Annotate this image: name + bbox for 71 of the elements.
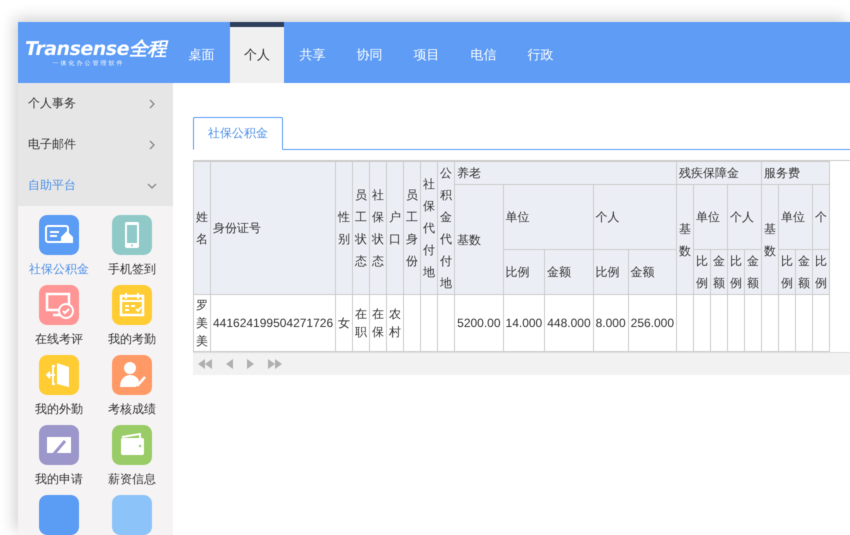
app-icon[interactable] bbox=[112, 495, 152, 535]
table-cell: 农村 bbox=[386, 294, 404, 352]
first-page-icon bbox=[197, 358, 213, 370]
app-label[interactable]: 考核成绩 bbox=[108, 401, 156, 417]
column-header: 员工状态 bbox=[352, 162, 370, 294]
column-header: 金额 bbox=[796, 250, 813, 294]
pen-icon[interactable] bbox=[39, 425, 79, 465]
door-exit-icon[interactable] bbox=[39, 355, 79, 395]
card-icon[interactable] bbox=[39, 215, 79, 255]
column-header: 金额 bbox=[744, 250, 762, 294]
app-icon[interactable] bbox=[39, 495, 79, 535]
table-cell: 5200.00 bbox=[454, 294, 504, 352]
next-page-icon bbox=[246, 358, 255, 370]
table-cell: 14.000 bbox=[503, 294, 545, 352]
column-header: 个人 bbox=[728, 184, 762, 250]
nav-tab[interactable]: 个人 bbox=[230, 22, 284, 83]
column-header: 性别 bbox=[336, 162, 353, 294]
column-header: 单位 bbox=[503, 184, 594, 250]
column-header: 金额 bbox=[628, 250, 677, 294]
logo: Transense全程 bbox=[24, 38, 166, 60]
column-header: 服务费 bbox=[762, 162, 830, 184]
app-label[interactable]: 我的外勤 bbox=[35, 401, 83, 417]
app-label[interactable]: 我的申请 bbox=[35, 471, 83, 487]
person-check-icon[interactable] bbox=[112, 355, 152, 395]
chevron-icon bbox=[147, 140, 157, 150]
column-header: 基数 bbox=[762, 184, 779, 294]
table-cell: 8.000 bbox=[593, 294, 628, 352]
column-header: 残疾保障金 bbox=[676, 162, 762, 184]
column-header: 身份证号 bbox=[210, 162, 336, 294]
app-label[interactable]: 薪资信息 bbox=[108, 471, 156, 487]
table-cell: 448.000 bbox=[544, 294, 594, 352]
column-header: 公积金代付地 bbox=[438, 162, 455, 294]
column-header: 社保状态 bbox=[370, 162, 387, 294]
sidebar-menu-item[interactable]: 个人事务 bbox=[18, 83, 173, 124]
column-header: 比例 bbox=[694, 250, 711, 294]
table-cell: 罗美美 bbox=[194, 294, 210, 352]
column-header: 单位 bbox=[778, 184, 813, 250]
column-header: 个人 bbox=[593, 184, 677, 250]
wallet-icon[interactable] bbox=[112, 425, 152, 465]
app-label[interactable]: 手机签到 bbox=[108, 261, 156, 277]
sidebar-menu-item[interactable]: 电子邮件 bbox=[18, 124, 173, 165]
table-cell: 女 bbox=[336, 294, 353, 352]
column-header: 养老 bbox=[454, 162, 677, 184]
previous-page-icon bbox=[225, 358, 234, 370]
table-cell: 在职 bbox=[352, 294, 370, 352]
chevron-icon bbox=[147, 98, 157, 108]
column-header: 个 bbox=[812, 184, 830, 250]
app-label[interactable]: 我的考勤 bbox=[108, 331, 156, 347]
column-header: 社保代付地 bbox=[420, 162, 438, 294]
phone-icon[interactable] bbox=[112, 215, 152, 255]
monitor-check-icon[interactable] bbox=[39, 285, 79, 325]
chevron-icon bbox=[147, 180, 157, 190]
calendar-icon[interactable] bbox=[112, 285, 152, 325]
column-header: 比例 bbox=[728, 250, 745, 294]
column-header: 比例 bbox=[593, 250, 628, 294]
column-header: 基数 bbox=[676, 184, 694, 294]
table-cell: 441624199504271726 bbox=[210, 294, 336, 352]
column-header: 单位 bbox=[694, 184, 728, 250]
app-label[interactable]: 在线考评 bbox=[35, 331, 83, 347]
last-page-icon bbox=[267, 358, 283, 370]
column-header: 比例 bbox=[812, 250, 830, 294]
column-header: 金额 bbox=[544, 250, 594, 294]
table-cell: 256.000 bbox=[628, 294, 677, 352]
table-cell: 在保 bbox=[370, 294, 387, 352]
column-header: 员工身份 bbox=[404, 162, 421, 294]
column-header: 基数 bbox=[454, 184, 504, 294]
column-header: 比例 bbox=[503, 250, 545, 294]
column-header: 金额 bbox=[710, 250, 728, 294]
column-header: 户口 bbox=[386, 162, 404, 294]
column-header: 比例 bbox=[778, 250, 796, 294]
column-header: 姓名 bbox=[194, 162, 210, 294]
